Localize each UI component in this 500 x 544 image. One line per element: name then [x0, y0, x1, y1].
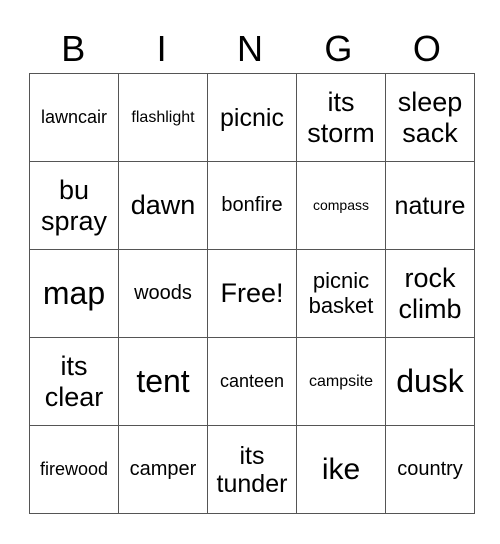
- bingo-row: lawncair flashlight picnic its storm sle…: [29, 73, 475, 162]
- header-letter-o: O: [412, 28, 441, 69]
- cell-text: picnic: [220, 103, 284, 132]
- cell-text: firewood: [39, 459, 109, 480]
- bingo-cell[interactable]: country: [385, 425, 475, 514]
- bingo-cell[interactable]: its tunder: [207, 425, 297, 514]
- bingo-cell[interactable]: dawn: [118, 161, 208, 250]
- cell-text: flashlight: [131, 108, 195, 126]
- cell-text: dawn: [130, 190, 196, 221]
- cell-text: camper: [129, 458, 197, 481]
- cell-text: ike: [321, 452, 361, 486]
- bingo-cell[interactable]: sleep sack: [385, 73, 475, 162]
- cell-text: its storm: [307, 87, 375, 148]
- cell-text: sleep sack: [397, 87, 463, 148]
- cell-text: bu spray: [40, 175, 108, 236]
- bingo-cell[interactable]: rock climb: [385, 249, 475, 338]
- free-space-cell[interactable]: Free!: [207, 249, 297, 338]
- bingo-cell[interactable]: map: [29, 249, 119, 338]
- bingo-cell[interactable]: woods: [118, 249, 208, 338]
- bingo-cell[interactable]: lawncair: [29, 73, 119, 162]
- header-letter-n: N: [237, 28, 264, 69]
- bingo-cell[interactable]: nature: [385, 161, 475, 250]
- cell-text: bonfire: [221, 194, 283, 217]
- bingo-cell[interactable]: picnic basket: [296, 249, 386, 338]
- cell-text: nature: [394, 191, 466, 220]
- bingo-cell[interactable]: its clear: [29, 337, 119, 426]
- cell-text: lawncair: [40, 107, 108, 128]
- bingo-cell[interactable]: tent: [118, 337, 208, 426]
- bingo-header: B I N G O: [29, 26, 471, 72]
- bingo-cell[interactable]: its storm: [296, 73, 386, 162]
- bingo-cell[interactable]: campsite: [296, 337, 386, 426]
- bingo-cell[interactable]: compass: [296, 161, 386, 250]
- bingo-cell[interactable]: flashlight: [118, 73, 208, 162]
- cell-text: compass: [312, 196, 370, 213]
- cell-text: tent: [136, 362, 190, 399]
- cell-text: rock climb: [398, 263, 462, 324]
- cell-text: campsite: [308, 372, 374, 390]
- cell-text: its clear: [44, 351, 104, 412]
- bingo-cell[interactable]: camper: [118, 425, 208, 514]
- bingo-row: its clear tent canteen campsite dusk: [29, 337, 475, 426]
- cell-text: Free!: [220, 278, 284, 309]
- cell-text: dusk: [396, 362, 464, 399]
- cell-text: country: [397, 458, 463, 481]
- header-letter-i: I: [156, 28, 167, 69]
- bingo-cell[interactable]: bonfire: [207, 161, 297, 250]
- bingo-row: bu spray dawn bonfire compass nature: [29, 161, 475, 250]
- bingo-cell[interactable]: canteen: [207, 337, 297, 426]
- cell-text: woods: [134, 282, 192, 305]
- bingo-row: firewood camper its tunder ike country: [29, 425, 475, 514]
- bingo-cell[interactable]: picnic: [207, 73, 297, 162]
- cell-text: its tunder: [216, 441, 288, 498]
- bingo-cell[interactable]: bu spray: [29, 161, 119, 250]
- header-letter-g: G: [324, 28, 353, 69]
- cell-text: picnic basket: [308, 267, 374, 318]
- bingo-cell[interactable]: dusk: [385, 337, 475, 426]
- cell-text: canteen: [219, 371, 285, 392]
- bingo-cell[interactable]: firewood: [29, 425, 119, 514]
- cell-text: map: [42, 274, 106, 311]
- bingo-cell[interactable]: ike: [296, 425, 386, 514]
- header-letter-b: B: [61, 28, 86, 69]
- bingo-row: map woods Free! picnic basket rock climb: [29, 249, 475, 338]
- bingo-card: lawncair flashlight picnic its storm sle…: [29, 73, 475, 514]
